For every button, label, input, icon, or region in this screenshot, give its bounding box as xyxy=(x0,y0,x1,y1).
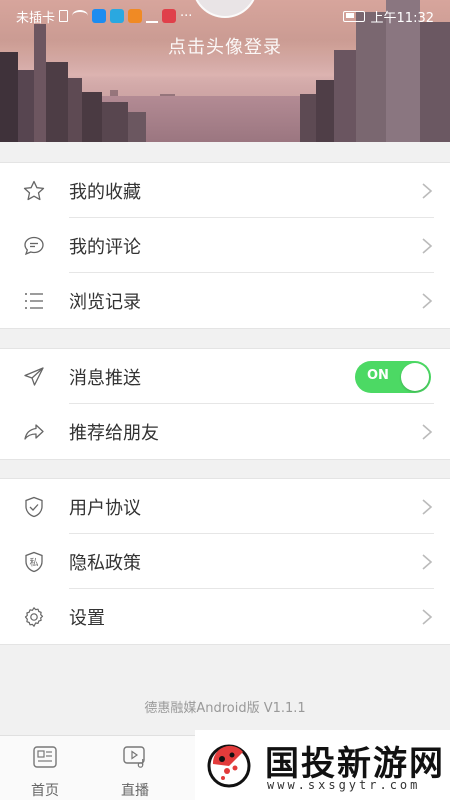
watermark-url: www.sxsgytr.com xyxy=(267,778,421,792)
menu-label: 浏览记录 xyxy=(69,291,141,313)
watermark: 国投新游网 www.sxsgytr.com xyxy=(195,730,450,800)
chevron-right-icon xyxy=(422,238,433,254)
sim-icon xyxy=(59,10,69,22)
app-version: 德惠融媒Android版 V1.1.1 xyxy=(144,701,306,716)
share-icon xyxy=(24,424,44,440)
menu-label: 隐私政策 xyxy=(69,552,141,574)
chevron-right-icon xyxy=(422,183,433,199)
tab-home[interactable]: 首页 xyxy=(10,744,80,800)
download-icon xyxy=(146,9,159,23)
building xyxy=(316,80,334,142)
login-prompt[interactable]: 点击头像登录 xyxy=(0,33,450,59)
building xyxy=(300,94,316,142)
menu-item-push-notifications: 消息推送 ON xyxy=(0,349,450,404)
clock: 上午11:32 xyxy=(370,10,434,26)
privacy-icon-glyph: 私 xyxy=(29,558,38,569)
building xyxy=(0,52,18,142)
status-bar: 未插卡 ··· 上午11:32 xyxy=(0,0,450,32)
menu-label: 消息推送 xyxy=(69,367,141,389)
chevron-right-icon xyxy=(422,424,433,440)
gear-icon xyxy=(24,607,44,627)
more-indicator: ··· xyxy=(180,8,193,24)
chevron-right-icon xyxy=(422,554,433,570)
chevron-right-icon xyxy=(422,499,433,515)
app-icon-red xyxy=(162,9,177,23)
ladybug-logo-icon xyxy=(207,744,251,788)
toggle-knob xyxy=(401,363,429,391)
chevron-right-icon xyxy=(422,293,433,309)
menu-label: 我的评论 xyxy=(69,236,141,258)
chevron-right-icon xyxy=(422,609,433,625)
menu-label: 推荐给朋友 xyxy=(69,422,159,444)
menu-item-privacy-policy[interactable]: 私 隐私政策 xyxy=(0,534,450,589)
send-icon xyxy=(24,367,44,386)
star-icon xyxy=(23,180,45,201)
menu-group-settings: 用户协议 私 隐私政策 设置 xyxy=(0,478,450,645)
menu-item-settings[interactable]: 设置 xyxy=(0,589,450,644)
app-icon-cyan xyxy=(110,9,125,23)
toggle-state-label: ON xyxy=(367,368,389,383)
building xyxy=(82,92,102,142)
tab-live[interactable]: 直播 xyxy=(100,744,170,800)
tab-label: 首页 xyxy=(31,783,59,799)
menu-label: 我的收藏 xyxy=(69,181,141,203)
comment-icon xyxy=(24,236,44,256)
tab-label: 直播 xyxy=(121,783,149,799)
play-icon xyxy=(128,9,143,23)
menu-label: 用户协议 xyxy=(69,497,141,519)
shield-check-icon xyxy=(25,496,43,518)
building xyxy=(334,50,356,142)
menu-item-user-agreement[interactable]: 用户协议 xyxy=(0,479,450,534)
building xyxy=(68,78,82,142)
menu-item-recommend[interactable]: 推荐给朋友 xyxy=(0,404,450,459)
menu-item-comments[interactable]: 我的评论 xyxy=(0,218,450,273)
news-icon xyxy=(33,746,57,768)
carrier-text: 未插卡 xyxy=(16,10,56,26)
building xyxy=(18,70,34,142)
menu-group-personal: 我的收藏 我的评论 浏览记录 xyxy=(0,162,450,329)
building xyxy=(102,102,128,142)
wifi-icon xyxy=(72,10,89,22)
privacy-shield-icon: 私 xyxy=(25,551,43,573)
video-icon xyxy=(123,746,145,768)
building xyxy=(128,112,146,142)
app-icon-blue xyxy=(92,9,107,23)
menu-item-history[interactable]: 浏览记录 xyxy=(0,273,450,328)
menu-group-social: 消息推送 ON 推荐给朋友 xyxy=(0,348,450,460)
push-toggle[interactable]: ON xyxy=(355,361,431,393)
list-icon xyxy=(25,293,43,309)
menu-item-favorites[interactable]: 我的收藏 xyxy=(0,163,450,218)
building xyxy=(46,62,68,142)
battery-icon xyxy=(342,10,365,22)
menu-label: 设置 xyxy=(69,607,105,629)
